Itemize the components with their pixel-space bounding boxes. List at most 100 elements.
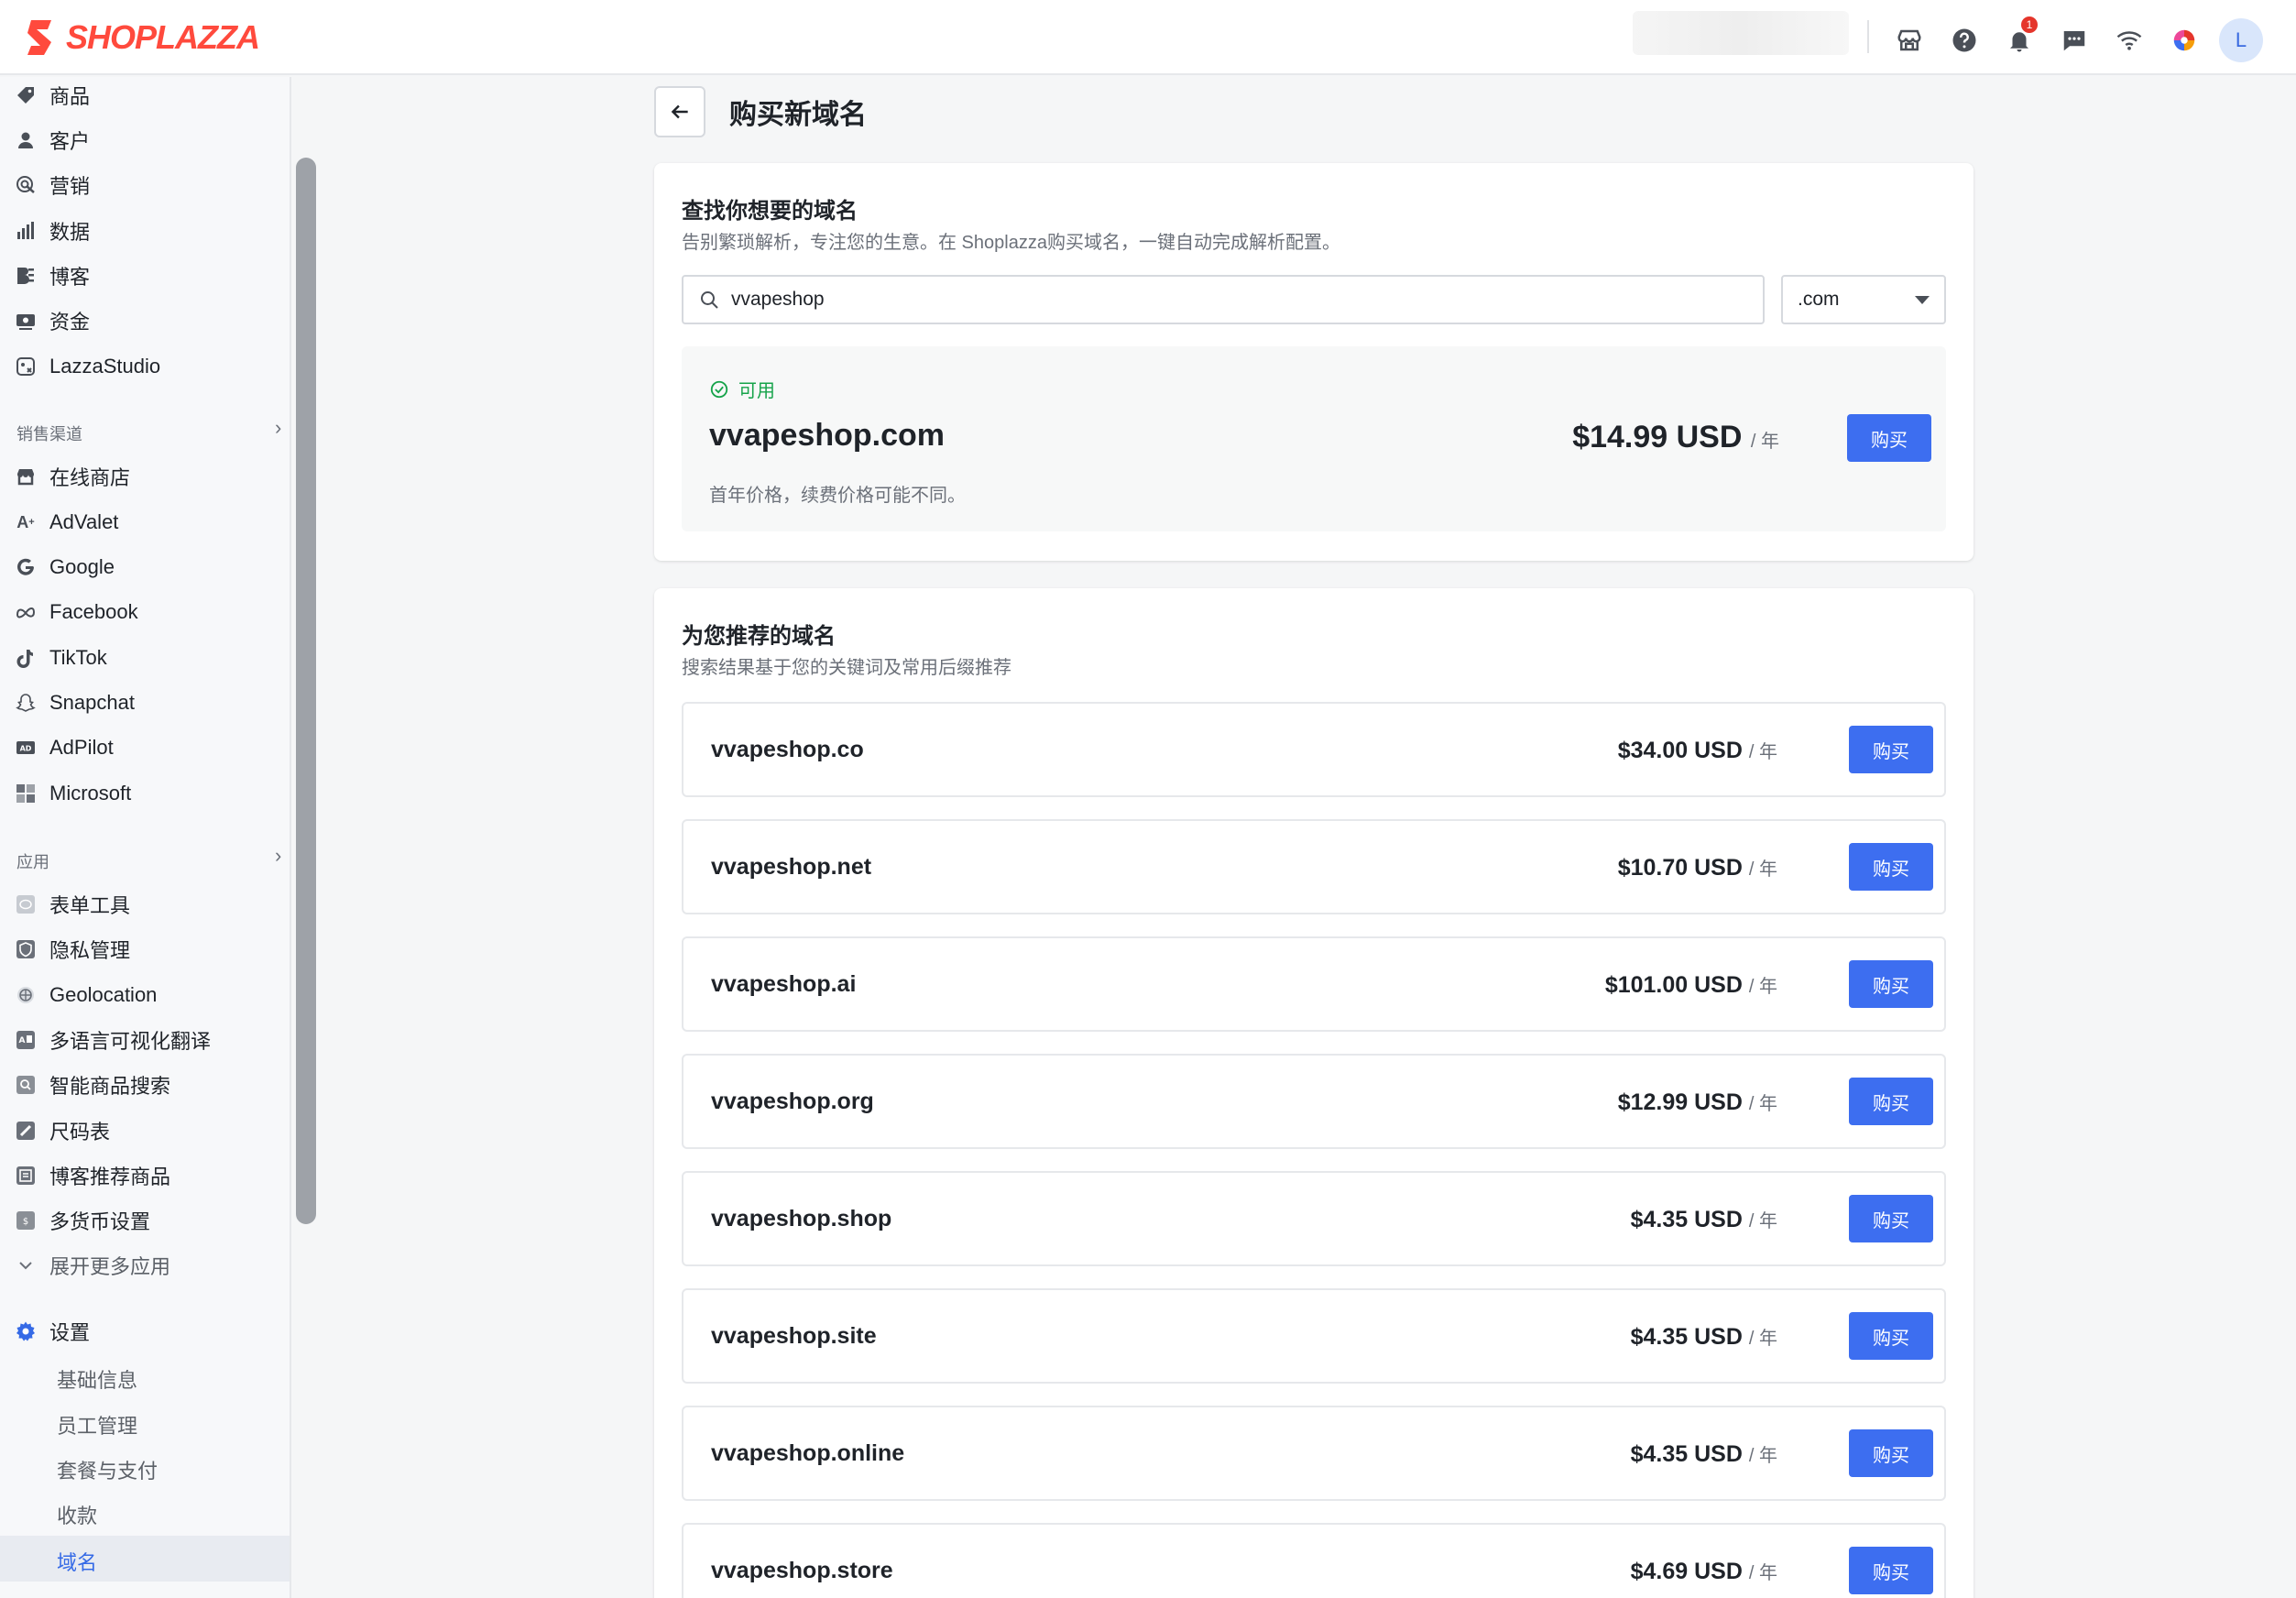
domain-price: $12.99 USD / 年 [1618,1089,1777,1116]
store-switcher[interactable] [1633,11,1849,55]
sidebar-item-form-tool[interactable]: 表单工具 [15,886,130,923]
settings-item-domains[interactable]: 域名 [57,1547,97,1576]
sidebar-item-size-chart[interactable]: 尺码表 [15,1112,110,1149]
page-header: 购买新域名 [654,86,867,137]
sidebar-item-label: 博客推荐商品 [49,1166,171,1188]
buy-button[interactable]: 购买 [1849,1078,1933,1125]
buy-button[interactable]: 购买 [1849,726,1933,773]
sidebar-item-label: 智能商品搜索 [49,1075,171,1098]
back-button[interactable] [654,86,705,137]
color-wheel-icon[interactable] [2157,22,2212,59]
shoplazza-logo[interactable]: SHOPLAZZA [24,18,260,57]
advalet-icon: A + [16,512,35,531]
buy-button[interactable]: 购买 [1849,1547,1933,1594]
sidebar-item-label: AdValet [49,510,119,533]
sidebar-item-microsoft[interactable]: Microsoft [15,775,131,812]
domain-name: vvapeshop.co [711,737,864,762]
per-year-label: / 年 [1748,1329,1777,1349]
sidebar-item-label: 资金 [49,311,91,334]
sidebar-item-marketing[interactable]: 营销 [15,167,90,203]
domain-price: $10.70 USD / 年 [1618,854,1777,881]
store-icon[interactable] [1882,22,1937,59]
sidebar-item-advalet[interactable]: A + AdValet [15,504,118,541]
sidebar-item-lazzastudio[interactable]: LazzaStudio [15,348,160,385]
settings-item-plan-billing[interactable]: 套餐与支付 [57,1455,158,1484]
availability-status: 可用 [709,376,775,402]
settings-item-basic-info[interactable]: 基础信息 [57,1364,137,1394]
buy-button[interactable]: 购买 [1849,1195,1933,1242]
result-price-note: 首年价格，续费价格可能不同。 [709,486,966,506]
expand-more-apps[interactable]: 展开更多应用 [15,1247,170,1284]
sidebar-item-analytics[interactable]: 数据 [15,213,90,249]
buy-button[interactable]: 购买 [1849,1312,1933,1360]
settings-item-staff[interactable]: 员工管理 [57,1410,137,1439]
sidebar-item-finance[interactable]: 资金 [15,302,90,339]
sidebar-item-snapchat[interactable]: Snapchat [15,684,135,721]
sidebar-item-label: 多货币设置 [49,1210,151,1233]
domain-price-value: $4.69 USD [1630,1559,1743,1584]
topbar-icons: 1 L [1882,16,2263,62]
domain-price: $4.35 USD / 年 [1631,1206,1777,1233]
domain-name: vvapeshop.ai [711,971,857,997]
sales-channels-heading: 销售渠道 [16,425,82,443]
sidebar-item-online-store[interactable]: 在线商店 [15,458,130,495]
domain-row: vvapeshop.store $4.69 USD / 年 购买 [682,1523,1946,1598]
domain-search-input[interactable]: vvapeshop [682,275,1765,324]
meta-icon [15,601,37,623]
currency-icon: $ [15,1209,37,1231]
sidebar-item-google[interactable]: Google [15,549,115,586]
buy-button[interactable]: 购买 [1849,843,1933,891]
help-icon[interactable] [1937,22,1992,59]
domain-price-value: $12.99 USD [1617,1089,1743,1115]
sidebar-item-adpilot[interactable]: AD AdPilot [15,729,114,766]
page-title: 购买新域名 [729,100,867,130]
domain-price: $34.00 USD / 年 [1618,737,1777,764]
domain-name: vvapeshop.online [711,1440,905,1466]
sidebar-item-geolocation[interactable]: Geolocation [15,977,157,1013]
sidebar-item-smart-search[interactable]: 智能商品搜索 [15,1067,170,1103]
sidebar-item-products[interactable]: 商品 [15,77,90,114]
user-avatar[interactable]: L [2219,18,2263,62]
sidebar-item-label: 营销 [49,175,91,198]
svg-text:$: $ [23,1217,28,1227]
buy-button[interactable]: 购买 [1849,960,1933,1008]
sidebar-item-settings[interactable]: 设置 [15,1313,90,1350]
chat-icon[interactable] [2047,22,2102,59]
sidebar-item-blog-products[interactable]: 博客推荐商品 [15,1157,170,1194]
tld-select[interactable]: .com [1781,275,1946,324]
sidebar-item-blog[interactable]: 博客 [15,257,90,294]
recommended-domains-card: 为您推荐的域名 搜索结果基于您的关键词及常用后缀推荐 vvapeshop.co $… [654,588,1973,1598]
settings-item-payments[interactable]: 收款 [57,1500,97,1529]
sidebar-scrollbar[interactable] [296,158,316,1224]
chevron-right-icon[interactable]: › [275,844,281,868]
sidebar-item-facebook[interactable]: Facebook [15,594,138,630]
sidebar-item-label: AdPilot [49,736,114,759]
sidebar-item-customers[interactable]: 客户 [15,122,90,159]
tag-icon [15,84,37,106]
store-icon [15,465,37,487]
bell-icon[interactable]: 1 [1992,16,2047,59]
svg-text:AD: AD [20,745,32,753]
arrow-left-icon [671,104,688,119]
tiktok-icon [15,647,37,669]
blog-icon [15,265,37,287]
domain-row: vvapeshop.shop $4.35 USD / 年 购买 [682,1171,1946,1266]
sidebar-item-translate[interactable]: A 多语言可视化翻译 [15,1022,211,1058]
wifi-icon[interactable] [2102,22,2157,59]
domain-price-value: $4.35 USD [1630,1207,1743,1232]
domain-name: vvapeshop.store [711,1558,893,1583]
buy-button-result[interactable]: 购买 [1847,414,1931,462]
domain-price-value: $34.00 USD [1617,738,1743,763]
sidebar-item-label: 尺码表 [49,1121,111,1144]
chevron-right-icon[interactable]: › [275,416,281,440]
domain-row: vvapeshop.net $10.70 USD / 年 购买 [682,819,1946,914]
domain-row: vvapeshop.online $4.35 USD / 年 购买 [682,1406,1946,1501]
buy-button[interactable]: 购买 [1849,1429,1933,1477]
sidebar-item-label: 表单工具 [49,894,131,917]
active-item-highlight [0,1536,290,1582]
sidebar-item-privacy[interactable]: 隐私管理 [15,931,130,968]
per-year-label: / 年 [1748,859,1777,880]
sidebar-item-tiktok[interactable]: TikTok [15,640,107,676]
per-year-label: / 年 [1748,1094,1777,1114]
sidebar-item-multi-currency[interactable]: $ 多货币设置 [15,1202,150,1239]
